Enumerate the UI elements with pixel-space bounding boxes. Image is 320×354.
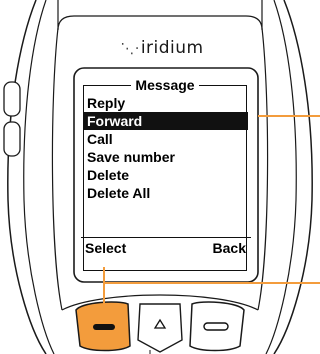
- phone-shell-outline: [7, 0, 47, 354]
- side-button-lower[interactable]: [3, 121, 21, 157]
- menu-item-save-number[interactable]: Save number: [84, 148, 248, 166]
- nav-up-key[interactable]: [137, 303, 183, 353]
- options-menu: Reply Forward Call Save number Delete De…: [84, 94, 248, 202]
- softkey-back-label[interactable]: Back: [213, 240, 246, 257]
- menu-item-call[interactable]: Call: [84, 130, 248, 148]
- right-soft-key[interactable]: [189, 301, 245, 352]
- menu-item-delete-all[interactable]: Delete All: [84, 184, 248, 202]
- menu-item-reply[interactable]: Reply: [84, 94, 248, 112]
- callout-line-menu: [258, 115, 320, 117]
- callout-line-softkey-horizontal: [104, 282, 320, 284]
- side-button-upper[interactable]: [3, 81, 21, 117]
- menu-item-delete[interactable]: Delete: [84, 166, 248, 184]
- brand-name: iridium: [140, 38, 204, 58]
- softkey-bar: Select Back: [81, 237, 251, 258]
- left-soft-key[interactable]: [75, 301, 131, 352]
- dash-icon: [203, 322, 229, 331]
- menu-item-forward[interactable]: Forward: [84, 112, 248, 130]
- iridium-dots-logo-icon: ⋱·: [120, 41, 140, 57]
- menu-title: Message: [81, 76, 249, 94]
- phone-screen: Message Reply Forward Call Save number D…: [81, 76, 251, 276]
- callout-line-softkey-vertical: [103, 267, 105, 309]
- softkey-select-label[interactable]: Select: [85, 240, 126, 257]
- brand-logo: ⋱·iridium: [92, 38, 232, 58]
- minus-icon: [93, 324, 115, 330]
